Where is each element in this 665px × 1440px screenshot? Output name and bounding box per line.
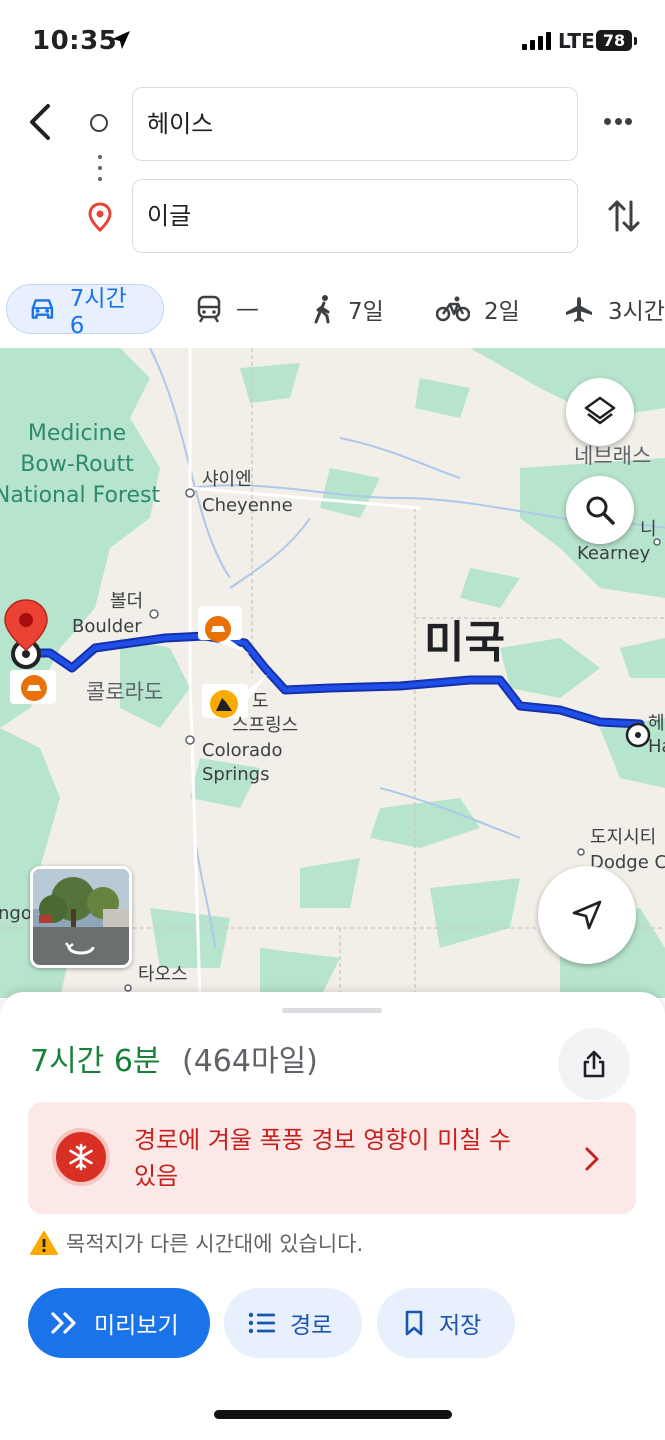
nebraska-label: 네브래스 bbox=[574, 444, 652, 468]
hays-label: Ha bbox=[648, 736, 665, 757]
street-view-thumbnail[interactable] bbox=[30, 866, 132, 968]
preview-label: 미리보기 bbox=[94, 1313, 179, 1339]
taos-label: 타오스 bbox=[138, 964, 188, 985]
map-view[interactable]: Medicine Bow-Routt National Forest 샤이엔 C… bbox=[0, 348, 665, 998]
destination-pin-icon bbox=[88, 202, 112, 232]
boulder-ko-label: 볼더 bbox=[110, 591, 144, 612]
timezone-text: 목적지가 다른 시간대에 있습니다. bbox=[66, 1232, 364, 1256]
bike-icon bbox=[436, 296, 470, 322]
route-summary-sheet: 7시간 6분 (464마일) 경로에 겨울 폭풍 경보 영향이 미칠 수 있음 … bbox=[0, 992, 665, 1440]
navigation-arrow-icon bbox=[572, 900, 602, 930]
search-icon bbox=[586, 496, 615, 525]
steps-button[interactable]: 경로 bbox=[224, 1288, 362, 1358]
tab-transit[interactable]: — bbox=[196, 284, 259, 334]
map-search-button[interactable] bbox=[566, 476, 634, 544]
warning-icon bbox=[30, 1231, 58, 1255]
list-icon bbox=[248, 1312, 275, 1334]
network-type: LTE bbox=[558, 29, 595, 53]
timezone-notice: 목적지가 다른 시간대에 있습니다. bbox=[30, 1228, 363, 1258]
signal-icon bbox=[522, 32, 551, 50]
winter-storm-alert[interactable]: 경로에 겨울 폭풍 경보 영향이 미칠 수 있음 bbox=[28, 1102, 636, 1214]
origin-input[interactable]: 헤이스 bbox=[132, 87, 578, 161]
country-label: 미국 bbox=[424, 617, 505, 668]
cheyenne-ko-label: 샤이엔 bbox=[202, 469, 252, 490]
home-indicator bbox=[214, 1410, 452, 1419]
kearney-ko-label: 니 bbox=[640, 519, 657, 540]
hays-ko-label: 헤 bbox=[648, 713, 665, 734]
tab-cycling-label: 2일 bbox=[484, 299, 520, 325]
plane-icon bbox=[566, 297, 592, 322]
status-bar: 10:35 LTE 78 bbox=[0, 0, 665, 80]
my-location-button[interactable] bbox=[538, 866, 636, 964]
colorado-springs-label: Colorado Springs bbox=[202, 740, 283, 785]
street-view-image bbox=[33, 869, 129, 965]
boulder-label: Boulder bbox=[72, 616, 142, 637]
colorado-state-label: 콜로라도 bbox=[86, 680, 164, 704]
route-duration: 7시간 6분 bbox=[30, 1044, 161, 1079]
more-options-icon[interactable] bbox=[604, 118, 640, 130]
preview-button[interactable]: 미리보기 bbox=[28, 1288, 210, 1358]
chevron-right-icon bbox=[585, 1147, 599, 1171]
route-distance: (464마일) bbox=[182, 1044, 318, 1079]
cheyenne-label: Cheyenne bbox=[202, 495, 293, 516]
save-button[interactable]: 저장 bbox=[377, 1288, 515, 1358]
back-arrow-icon[interactable] bbox=[22, 100, 62, 144]
layers-icon bbox=[584, 396, 616, 425]
alert-message: 경로에 겨울 폭풍 경보 영향이 미칠 수 있음 bbox=[134, 1126, 511, 1190]
destination-input[interactable]: 이글 bbox=[132, 179, 578, 253]
tab-flights[interactable]: 3시간 bbox=[564, 284, 665, 334]
dodge-ko-label: 도지시티 bbox=[590, 827, 657, 848]
origin-circle-icon bbox=[90, 114, 108, 132]
route-dots-icon bbox=[98, 155, 102, 188]
share-icon bbox=[583, 1050, 605, 1078]
colorado-short-label: 도 bbox=[252, 691, 269, 712]
share-button[interactable] bbox=[558, 1028, 630, 1100]
swap-icon[interactable] bbox=[606, 196, 642, 236]
sheet-drag-handle[interactable] bbox=[282, 1008, 382, 1013]
save-label: 저장 bbox=[439, 1313, 482, 1339]
layers-button[interactable] bbox=[566, 378, 634, 446]
train-icon bbox=[197, 295, 221, 323]
bookmark-icon bbox=[405, 1310, 423, 1336]
tab-driving-label: 7시간 6 bbox=[69, 286, 127, 339]
tab-flights-label: 3시간 bbox=[608, 299, 665, 325]
double-chevron-icon bbox=[51, 1312, 76, 1334]
snowflake-icon bbox=[52, 1128, 110, 1186]
tab-walking-label: 7일 bbox=[348, 299, 384, 325]
edge-city-label: ngo bbox=[0, 903, 32, 924]
springs-ko-label: 스프링스 bbox=[232, 715, 299, 736]
tab-walking[interactable]: 7일 bbox=[312, 284, 384, 334]
walk-icon bbox=[314, 295, 330, 324]
travel-mode-tabs: 7시간 6 — 7일 2일 3시간 bbox=[0, 284, 665, 339]
car-icon bbox=[31, 299, 54, 319]
kearney-label: Kearney bbox=[577, 543, 651, 564]
tab-cycling[interactable]: 2일 bbox=[436, 284, 520, 334]
battery-icon: 78 bbox=[596, 30, 632, 51]
steps-label: 경로 bbox=[290, 1313, 333, 1339]
status-time: 10:35 bbox=[32, 26, 118, 56]
tab-transit-label: — bbox=[236, 296, 259, 322]
tab-driving[interactable]: 7시간 6 bbox=[6, 284, 164, 339]
location-arrow-icon bbox=[112, 31, 130, 49]
forest-label: Medicine Bow-Routt National Forest bbox=[0, 421, 161, 508]
battery-tip bbox=[634, 37, 637, 45]
